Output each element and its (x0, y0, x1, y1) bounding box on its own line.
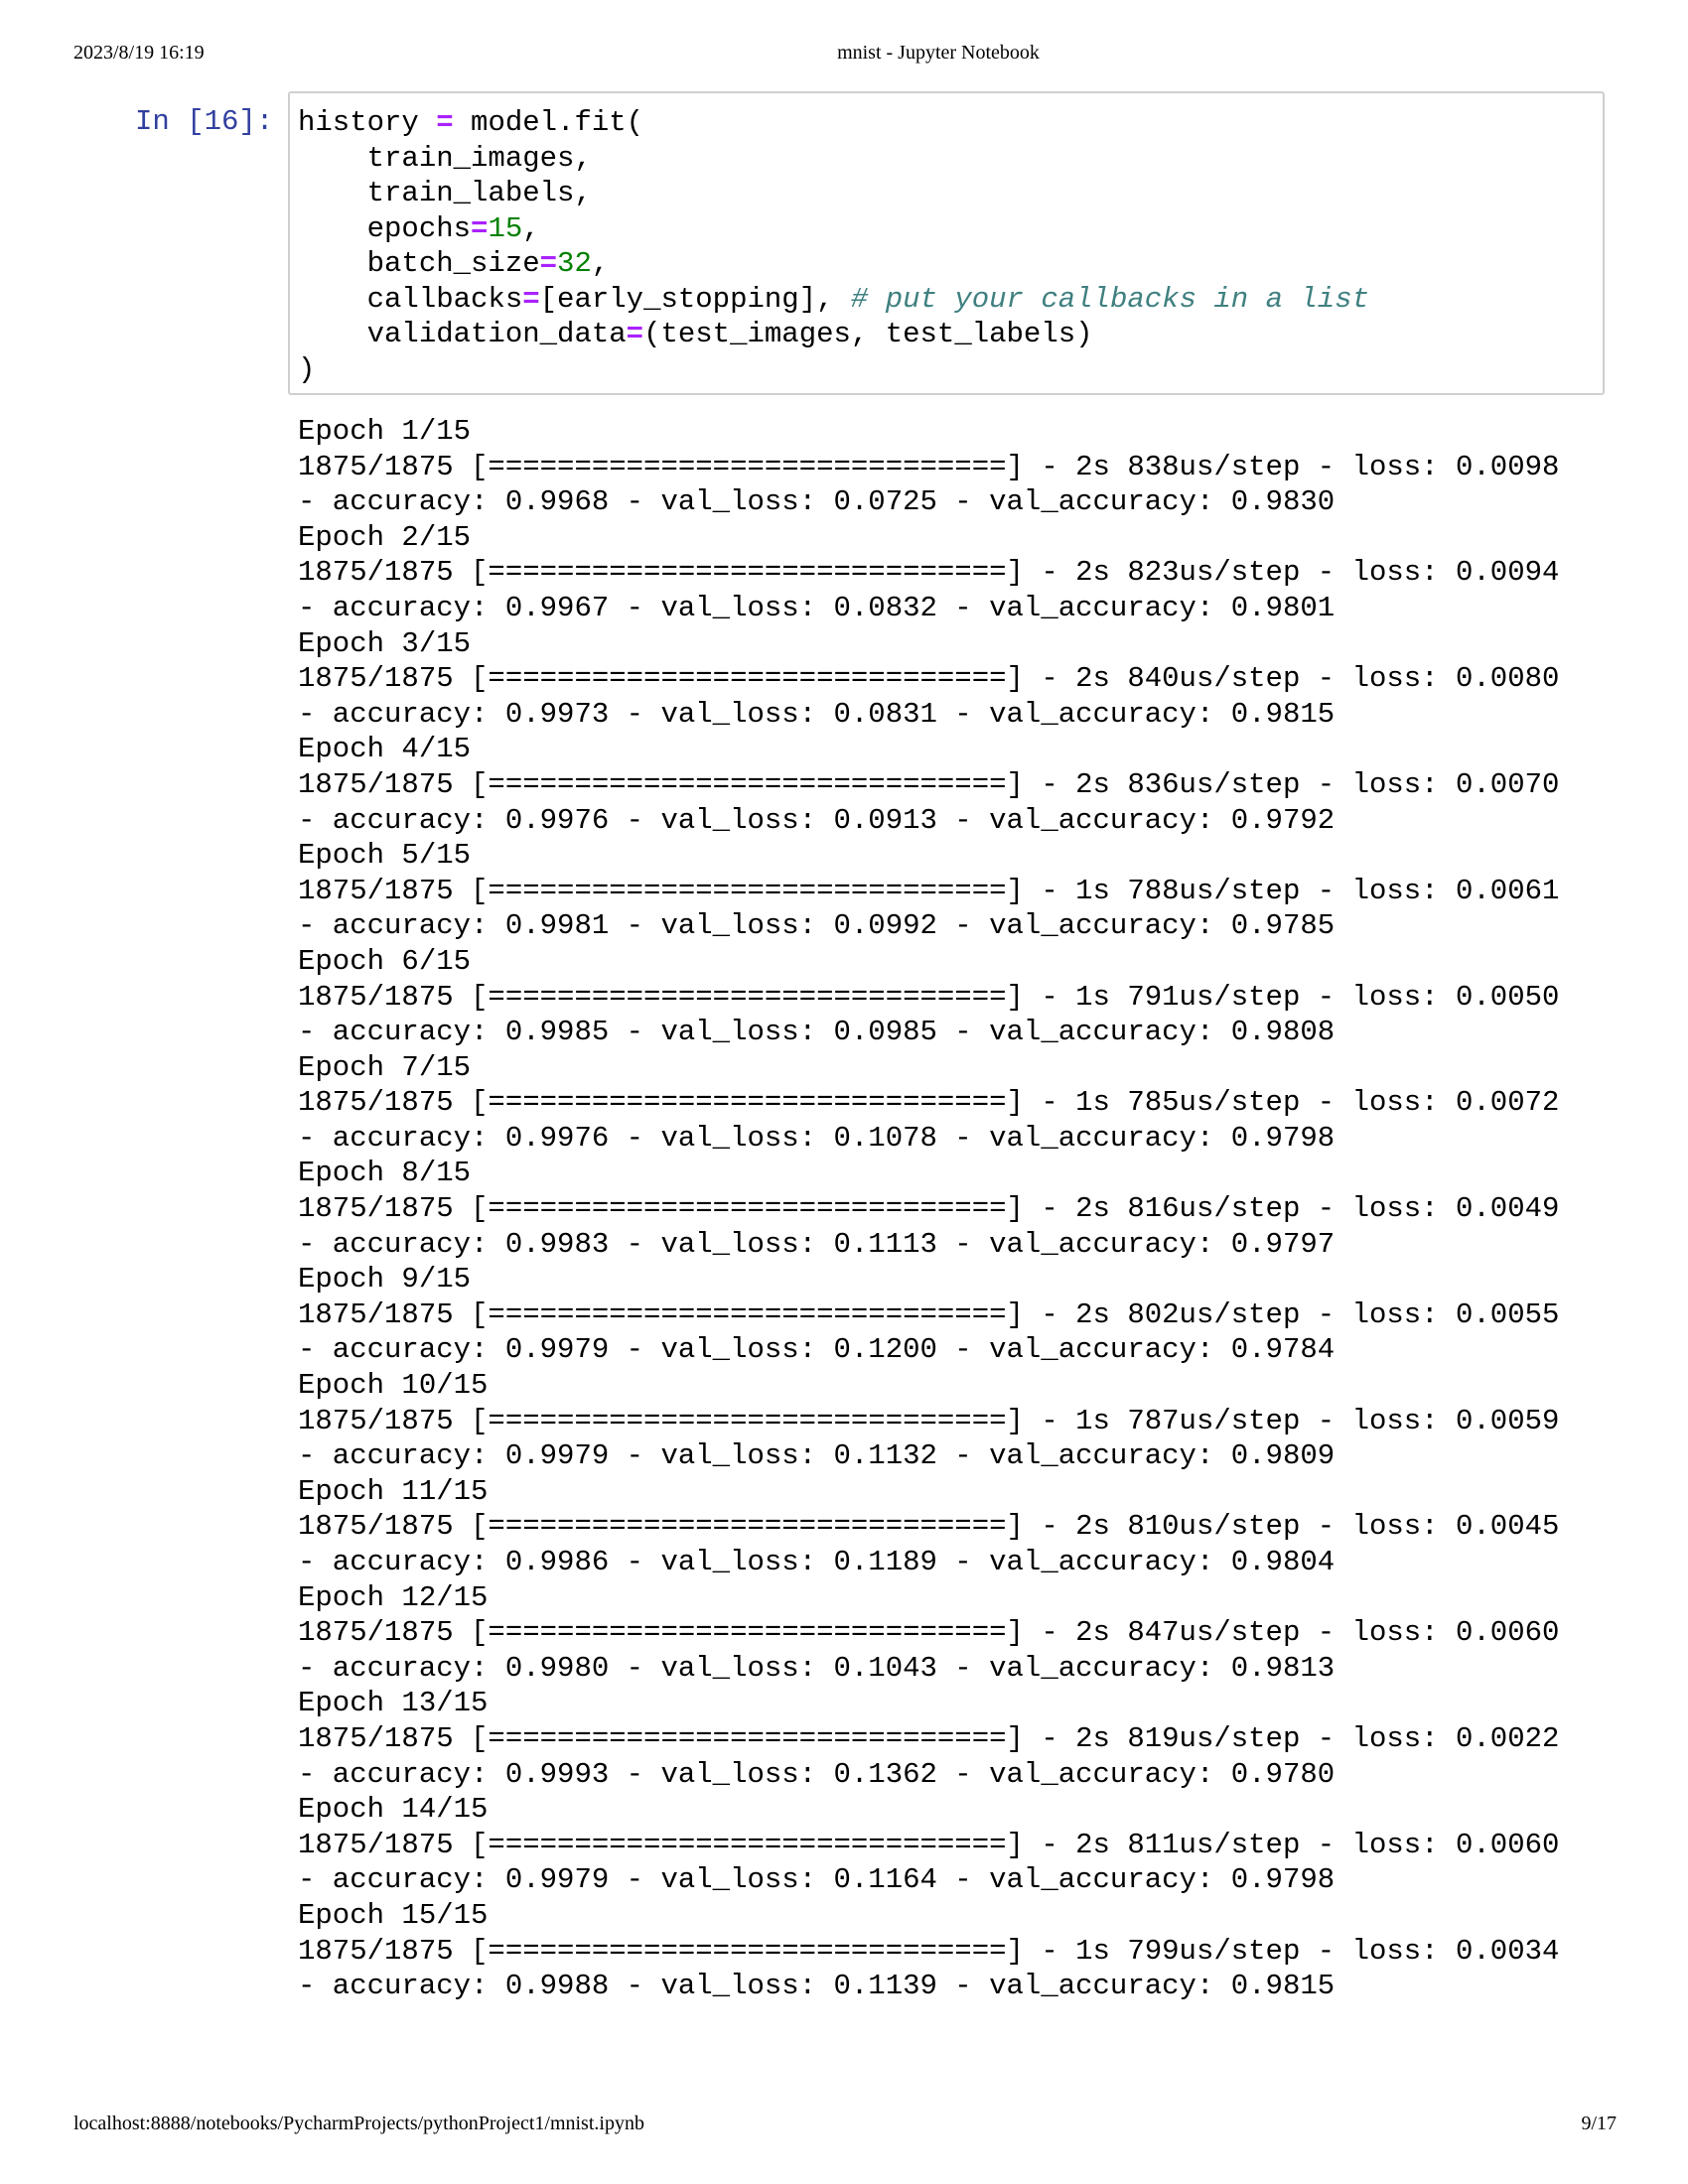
output-line: - accuracy: 0.9986 - val_loss: 0.1189 - … (298, 1546, 1336, 1578)
output-line: Epoch 11/15 (298, 1474, 489, 1508)
cell-output: Epoch 1/15 1875/1875 [==================… (298, 414, 1559, 2004)
output-line: Epoch 12/15 (298, 1580, 489, 1614)
code-number: 32 (557, 247, 592, 280)
code-token: batch_size (298, 247, 540, 280)
output-line: - accuracy: 0.9968 - val_loss: 0.0725 - … (298, 485, 1336, 519)
code-token: , (522, 211, 540, 245)
output-line: Epoch 2/15 (298, 520, 472, 554)
output-line: Epoch 8/15 (298, 1157, 472, 1190)
output-line: - accuracy: 0.9976 - val_loss: 0.1078 - … (298, 1121, 1336, 1155)
output-line: - accuracy: 0.9976 - val_loss: 0.0913 - … (298, 803, 1336, 837)
code-line: ) (298, 352, 316, 386)
output-line: Epoch 5/15 (298, 839, 472, 873)
output-line: Epoch 7/15 (298, 1050, 472, 1084)
output-line: - accuracy: 0.9967 - val_loss: 0.0832 - … (298, 591, 1336, 624)
output-line: Epoch 13/15 (298, 1687, 489, 1720)
code-token: [early_stopping], (539, 282, 851, 316)
output-line: 1875/1875 [=============================… (298, 1828, 1560, 1861)
output-line: 1875/1875 [=============================… (298, 767, 1560, 801)
output-line: - accuracy: 0.9979 - val_loss: 0.1164 - … (298, 1863, 1336, 1897)
output-line: 1875/1875 [=============================… (298, 1297, 1560, 1331)
code-line: train_labels, (298, 177, 592, 209)
output-line: 1875/1875 [=============================… (298, 662, 1560, 696)
code-token: epochs (298, 211, 472, 245)
output-line: 1875/1875 [=============================… (298, 450, 1560, 483)
code-editor[interactable]: history = model.fit( train_images, train… (298, 105, 1369, 387)
output-line: - accuracy: 0.9983 - val_loss: 0.1113 - … (298, 1227, 1336, 1261)
output-line: Epoch 1/15 (298, 415, 472, 448)
output-line: Epoch 9/15 (298, 1263, 472, 1297)
output-line: Epoch 6/15 (298, 944, 472, 978)
output-line: Epoch 3/15 (298, 626, 472, 660)
output-line: 1875/1875 [=============================… (298, 1404, 1560, 1437)
output-line: - accuracy: 0.9980 - val_loss: 0.1043 - … (298, 1651, 1336, 1685)
code-number: 15 (488, 211, 523, 245)
output-line: 1875/1875 [=============================… (298, 1192, 1560, 1226)
output-line: - accuracy: 0.9979 - val_loss: 0.1200 - … (298, 1333, 1336, 1367)
output-line: 1875/1875 [=============================… (298, 556, 1560, 590)
output-line: 1875/1875 [=============================… (298, 1934, 1560, 1968)
code-comment: # put your callbacks in a list (850, 282, 1370, 316)
output-line: Epoch 10/15 (298, 1369, 489, 1403)
print-url: localhost:8888/notebooks/PycharmProjects… (73, 2113, 644, 2134)
output-line: - accuracy: 0.9979 - val_loss: 0.1132 - … (298, 1439, 1336, 1473)
output-line: 1875/1875 [=============================… (298, 1510, 1560, 1544)
output-line: - accuracy: 0.9985 - val_loss: 0.0985 - … (298, 1016, 1336, 1049)
output-line: 1875/1875 [=============================… (298, 980, 1560, 1014)
code-token: model.fit( (471, 106, 644, 139)
output-line: - accuracy: 0.9993 - val_loss: 0.1362 - … (298, 1757, 1336, 1791)
page-header: 2023/8/19 16:19 mnist - Jupyter Notebook (0, 42, 1688, 71)
code-operator: = (418, 106, 472, 139)
code-operator: = (522, 282, 540, 316)
page-footer: localhost:8888/notebooks/PycharmProjects… (0, 2113, 1688, 2142)
code-operator: = (539, 247, 558, 280)
output-line: Epoch 15/15 (298, 1898, 489, 1932)
code-token: (test_images, test_labels) (643, 318, 1093, 350)
code-token: callbacks (298, 282, 523, 316)
output-line: Epoch 14/15 (298, 1793, 489, 1827)
output-line: - accuracy: 0.9988 - val_loss: 0.1139 - … (298, 1970, 1336, 2003)
output-line: 1875/1875 [=============================… (298, 874, 1560, 907)
print-page-title: mnist - Jupyter Notebook (837, 42, 1040, 64)
print-page-number: 9/17 (1581, 2113, 1617, 2134)
code-operator: = (471, 211, 489, 245)
code-cell-input[interactable]: history = model.fit( train_images, train… (288, 91, 1605, 395)
output-line: Epoch 4/15 (298, 733, 472, 766)
output-line: - accuracy: 0.9973 - val_loss: 0.0831 - … (298, 697, 1336, 731)
output-line: 1875/1875 [=============================… (298, 1721, 1560, 1755)
output-line: 1875/1875 [=============================… (298, 1086, 1560, 1120)
output-line: - accuracy: 0.9981 - val_loss: 0.0992 - … (298, 909, 1336, 943)
code-token: validation_data (298, 318, 627, 350)
code-operator: = (626, 318, 644, 350)
code-line: train_images, (298, 141, 592, 175)
code-token: history (298, 106, 419, 139)
code-token: , (591, 247, 610, 280)
cell-input-prompt: In [16]: (135, 105, 274, 138)
output-line: 1875/1875 [=============================… (298, 1616, 1560, 1650)
